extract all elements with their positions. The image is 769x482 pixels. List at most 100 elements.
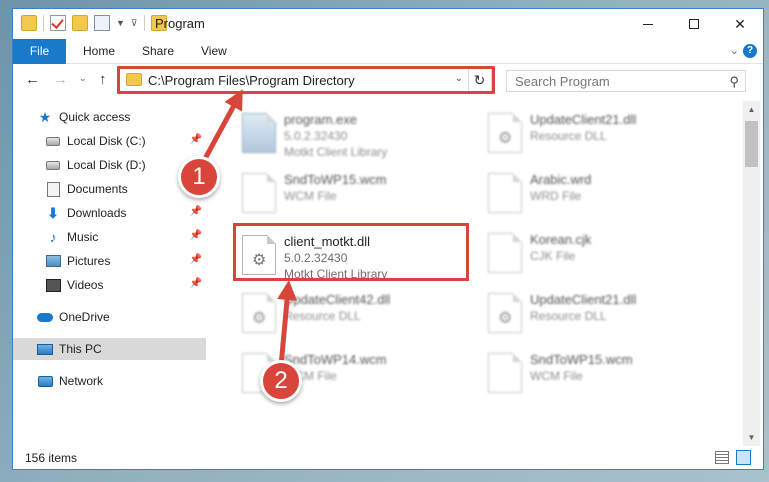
close-icon: ✕ [734,15,746,32]
tab-file[interactable]: File [13,39,66,64]
tab-home[interactable]: Home [83,39,115,64]
search-icon[interactable]: ⚲ [729,74,739,90]
divider [43,15,44,31]
new-folder-icon[interactable] [72,15,88,31]
file-item-sndtowp15-b[interactable]: SndToWP15.wcm WCM File [478,349,708,401]
sidebar-item-label: Music [67,230,99,244]
file-item-updateclient21[interactable]: ⚙ UpdateClient21.dll Resource DLL [478,109,708,161]
file-highlight-box [233,223,469,281]
address-highlight-box [117,66,495,94]
document-file-icon [488,233,522,273]
file-version: 5.0.2.32430 [284,129,348,143]
file-item-updateclient21-b[interactable]: ⚙ UpdateClient21.dll Resource DLL [478,289,708,341]
sidebar-item-downloads[interactable]: ⬇ Downloads 📌 [45,202,206,224]
scroll-down-arrow-icon[interactable]: ▼ [743,429,760,446]
file-item-korean-cjk[interactable]: Korean.cjk CJK File [478,229,708,281]
dll-file-icon: ⚙ [488,113,522,153]
ribbon: File Home Share View ⌄ ? [13,39,763,64]
folder-icon [21,15,37,31]
sidebar-item-local-disk-c[interactable]: Local Disk (C:) 📌 [45,130,206,152]
close-button[interactable]: ✕ [717,9,763,39]
file-name: Korean.cjk [530,232,592,247]
search-placeholder: Search Program [515,74,610,89]
pin-icon[interactable]: 📌 [190,278,202,289]
quick-access-toolbar: ▼ ⊽ [21,15,167,31]
customize-toolbar-icon[interactable]: ⊽ [131,18,138,29]
navigation-pane: ★ Quick access Local Disk (C:) 📌 Local D… [13,101,210,446]
drive-icon [45,133,61,149]
drive-icon [45,157,61,173]
star-icon: ★ [38,108,52,125]
file-type: WCM File [284,189,337,203]
sidebar-item-pictures[interactable]: Pictures 📌 [45,250,206,272]
sidebar-item-network[interactable]: Network [37,370,206,392]
sidebar-item-videos[interactable]: Videos 📌 [45,274,206,296]
documents-icon [45,181,61,197]
pin-icon[interactable]: 📌 [190,254,202,265]
file-item-sndtowp15[interactable]: SndToWP15.wcm WCM File [232,169,462,221]
minimize-icon [643,23,653,25]
pin-icon[interactable]: 📌 [190,134,202,145]
file-name: SndToWP15.wcm [530,352,633,367]
sidebar-item-quick-access[interactable]: ★ Quick access [37,106,230,128]
search-input[interactable]: Search Program ⚲ [506,70,746,92]
tab-view[interactable]: View [201,39,227,64]
vertical-scrollbar[interactable]: ▲ ▼ [743,101,760,446]
application-icon [242,113,276,153]
file-type: Resource DLL [530,309,607,323]
tiles-view-icon[interactable] [736,450,751,465]
maximize-button[interactable] [671,9,717,39]
file-name: UpdateClient42.dll [284,292,391,307]
sidebar-item-label: Network [59,374,104,388]
pin-icon[interactable]: 📌 [190,206,202,217]
sidebar-item-music[interactable]: ♪ Music 📌 [45,226,206,248]
back-arrow-icon[interactable]: ← [25,71,40,88]
file-item-updateclient42[interactable]: ⚙ UpdateClient42.dll Resource DLL [232,289,462,341]
expand-ribbon-icon[interactable]: ⌄ [730,44,739,57]
file-item-arabic-wrd[interactable]: Arabic.wrd WRD File [478,169,708,221]
chevron-down-icon[interactable]: ▼ [116,18,125,28]
minimize-button[interactable] [625,9,671,39]
file-name: program.exe [284,112,357,127]
help-icon[interactable]: ? [743,44,757,58]
document-file-icon [488,173,522,213]
tab-share[interactable]: Share [142,39,174,64]
file-name: SndToWP15.wcm [284,172,387,187]
recent-locations-icon[interactable]: ⌄ [79,73,87,84]
file-item-program-exe[interactable]: program.exe 5.0.2.32430 Motkt Client Lib… [232,109,462,161]
sidebar-item-label: Downloads [67,206,127,220]
scrollbar-thumb[interactable] [745,121,758,167]
scroll-up-arrow-icon[interactable]: ▲ [743,101,760,118]
music-icon: ♪ [49,229,57,245]
window-title: Program [155,16,205,31]
sidebar-item-this-pc[interactable]: This PC [13,338,206,360]
computer-icon [37,341,53,357]
window-controls: ✕ [625,9,763,39]
details-view-icon[interactable] [715,451,729,464]
sidebar-item-onedrive[interactable]: OneDrive [37,306,206,328]
pin-icon[interactable]: 📌 [190,230,202,241]
up-arrow-icon[interactable]: ↑ [99,71,107,88]
file-name: SndToWP14.wcm [284,352,387,367]
sidebar-item-label: Videos [67,278,104,292]
dll-file-icon: ⚙ [242,293,276,333]
step-1-badge: 1 [178,156,220,198]
file-type: Resource DLL [530,129,607,143]
title-bar: ▼ ⊽ Program ✕ [13,9,763,39]
file-type: WRD File [530,189,582,203]
item-count: 156 items [25,451,78,465]
forward-arrow-icon[interactable]: → [53,71,68,88]
sidebar-item-label: Documents [67,182,128,196]
download-icon: ⬇ [47,204,59,221]
view-properties-icon[interactable] [94,15,110,31]
maximize-icon [689,19,699,29]
properties-check-icon[interactable] [50,15,66,31]
step-2-badge: 2 [260,360,302,402]
file-type: Resource DLL [284,309,361,323]
videos-icon [45,277,61,293]
sidebar-item-label: Local Disk (D:) [67,158,146,172]
dll-file-icon: ⚙ [488,293,522,333]
file-name: UpdateClient21.dll [530,292,637,307]
document-file-icon [242,173,276,213]
sidebar-item-label: Quick access [59,110,131,124]
